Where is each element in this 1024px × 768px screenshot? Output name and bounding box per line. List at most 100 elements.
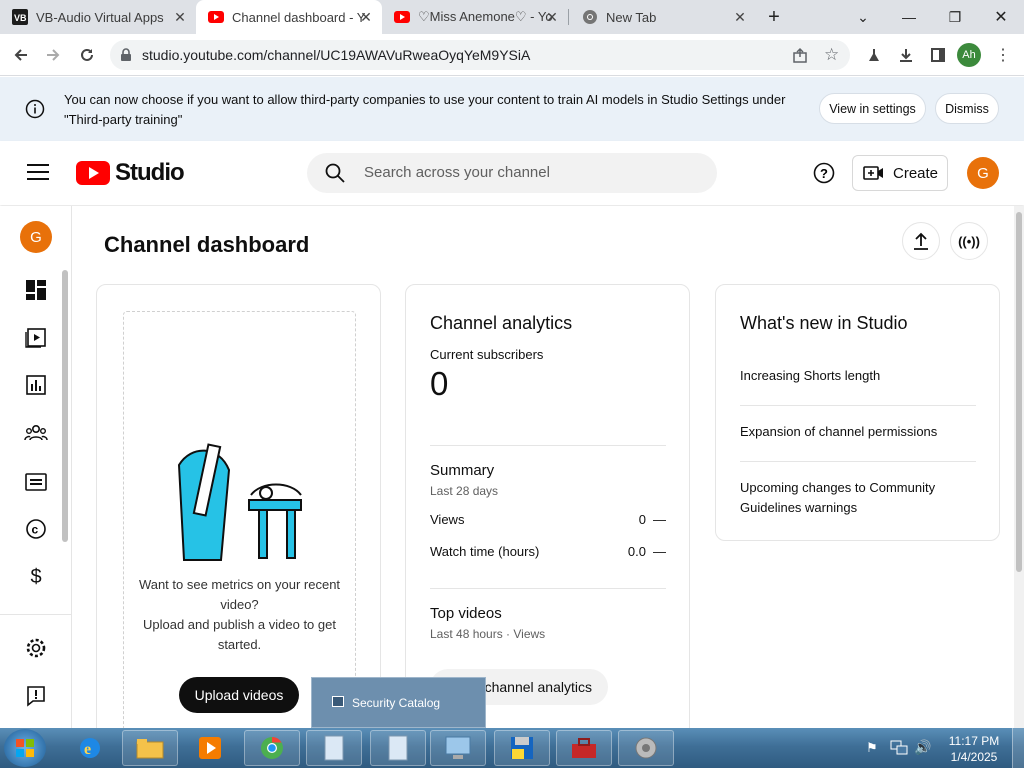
news-item[interactable]: Upcoming changes to Community Guidelines… [740, 478, 976, 518]
divider [430, 445, 666, 446]
help-icon[interactable]: ? [813, 162, 835, 189]
address-bar[interactable]: studio.youtube.com/channel/UC19AWAVuRwea… [110, 40, 850, 70]
channel-analytics-card: Channel analytics Current subscribers 0 … [405, 284, 690, 744]
toolbox-icon[interactable] [556, 730, 612, 766]
divider [740, 405, 976, 406]
create-button[interactable]: Create [852, 155, 948, 191]
tab-vb-audio[interactable]: VB VB-Audio Virtual Apps ✕ [0, 0, 196, 34]
media-player-icon[interactable] [182, 730, 238, 766]
studio-logo-text: Studio [115, 159, 185, 186]
settings-icon[interactable] [22, 634, 50, 662]
new-tab-button[interactable]: + [754, 0, 794, 34]
content-icon[interactable] [22, 323, 50, 351]
vb-icon: VB [12, 9, 28, 25]
feedback-icon[interactable] [22, 682, 50, 710]
document-window-icon[interactable] [370, 730, 426, 766]
view-in-settings-button[interactable]: View in settings [819, 93, 926, 124]
sidebar-scrollbar[interactable] [62, 270, 68, 542]
news-item[interactable]: Expansion of channel permissions [740, 422, 976, 442]
url-text: studio.youtube.com/channel/UC19AWAVuRwea… [142, 47, 531, 63]
banner-text: You can now choose if you want to allow … [64, 92, 786, 127]
analytics-icon[interactable] [22, 371, 50, 399]
youtube-icon [394, 9, 410, 25]
dismiss-button[interactable]: Dismiss [935, 93, 999, 124]
summary-title: Summary [430, 462, 495, 479]
create-video-icon [863, 166, 883, 180]
tab-miss-anemone[interactable]: ♡Miss Anemone♡ - Yo ✕ [382, 0, 568, 34]
volume-icon[interactable]: 🔊 [914, 739, 931, 756]
upload-card: Want to see metrics on your recent video… [96, 284, 381, 744]
notice-banner: You can now choose if you want to allow … [0, 77, 1024, 141]
more-menu-icon[interactable]: ⋮ [990, 42, 1016, 68]
search-placeholder: Search across your channel [364, 164, 550, 181]
backup-floppy-icon[interactable] [494, 730, 550, 766]
subscribers-label: Current subscribers [430, 347, 544, 362]
upload-videos-button[interactable]: Upload videos [179, 677, 299, 713]
studio-logo[interactable]: Studio [76, 159, 185, 187]
browser-tab-bar: VB VB-Audio Virtual Apps ✕ Channel dashb… [0, 0, 1024, 34]
profile-avatar[interactable]: Ah [957, 43, 981, 67]
hamburger-menu-icon[interactable] [27, 163, 49, 186]
tab-channel-dashboard[interactable]: Channel dashboard - Y ✕ [196, 0, 382, 34]
go-live-icon[interactable]: ((•)) [950, 222, 988, 260]
close-tab-icon[interactable]: ✕ [732, 9, 748, 25]
youtube-logo-icon [76, 161, 110, 185]
lock-icon [120, 48, 132, 67]
network-icon[interactable] [890, 739, 908, 760]
whats-new-title: What's new in Studio [740, 313, 908, 333]
subtitles-icon[interactable] [22, 468, 50, 496]
extensions-flask-icon[interactable] [861, 42, 887, 68]
start-button[interactable] [4, 729, 46, 767]
file-explorer-icon[interactable] [122, 730, 178, 766]
bookmark-star-icon[interactable]: ☆ [824, 45, 839, 65]
page-scrollbar[interactable] [1014, 206, 1024, 728]
subscribers-count: 0 [430, 365, 449, 402]
windows-taskbar: e ⚑ 🔊 11:17 PM 1/4/2025 [0, 728, 1024, 768]
earn-icon[interactable]: $ [22, 563, 50, 591]
side-panel-icon[interactable] [925, 42, 951, 68]
svg-text:?: ? [820, 166, 828, 181]
close-window-button[interactable]: ✕ [978, 0, 1024, 34]
channel-search-bar[interactable]: Search across your channel [307, 153, 717, 193]
speaker-app-icon[interactable] [618, 730, 674, 766]
close-tab-icon[interactable]: ✕ [358, 9, 374, 25]
copyright-icon[interactable]: c [22, 515, 50, 543]
tab-separator [568, 9, 569, 25]
tab-search-chevron-icon[interactable]: ⌄ [840, 0, 886, 34]
action-center-flag-icon[interactable]: ⚑ [866, 740, 878, 756]
tab-new-tab[interactable]: New Tab ✕ [570, 0, 756, 34]
forward-arrow-icon[interactable] [40, 42, 66, 68]
community-icon[interactable] [22, 419, 50, 447]
account-avatar[interactable]: G [967, 157, 999, 189]
close-tab-icon[interactable]: ✕ [544, 9, 560, 25]
views-row: Views 0 — [430, 512, 666, 527]
system-clock[interactable]: 11:17 PM 1/4/2025 [943, 733, 1005, 765]
search-icon [325, 163, 345, 188]
taskbar-preview-popup[interactable]: Security Catalog [311, 677, 486, 728]
divider [740, 461, 976, 462]
upload-icon[interactable] [902, 222, 940, 260]
left-sidebar: G c $ [0, 206, 72, 728]
close-tab-icon[interactable]: ✕ [172, 9, 188, 25]
internet-explorer-icon[interactable]: e [62, 730, 118, 766]
analytics-title: Channel analytics [430, 313, 573, 333]
restore-button[interactable]: ❐ [932, 0, 978, 34]
minimize-button[interactable]: — [886, 0, 932, 34]
dashboard-main: Channel dashboard ((•)) Want to see metr… [72, 206, 1014, 744]
whats-new-card: What's new in Studio Increasing Shorts l… [715, 284, 1000, 541]
page-scrollbar-thumb[interactable] [1016, 212, 1022, 572]
download-icon[interactable] [893, 42, 919, 68]
channel-avatar[interactable]: G [20, 221, 52, 253]
control-panel-icon[interactable] [430, 730, 486, 766]
sidebar-divider [0, 614, 71, 615]
dashboard-icon[interactable] [22, 276, 50, 304]
reload-icon[interactable] [74, 42, 100, 68]
news-item[interactable]: Increasing Shorts length [740, 366, 976, 386]
info-icon [25, 99, 45, 124]
chrome-taskbar-icon[interactable] [244, 730, 300, 766]
document-window-icon[interactable] [306, 730, 362, 766]
share-icon[interactable] [792, 47, 808, 68]
show-desktop-button[interactable] [1012, 728, 1024, 768]
back-arrow-icon[interactable] [8, 42, 34, 68]
svg-text:VB: VB [14, 13, 27, 23]
